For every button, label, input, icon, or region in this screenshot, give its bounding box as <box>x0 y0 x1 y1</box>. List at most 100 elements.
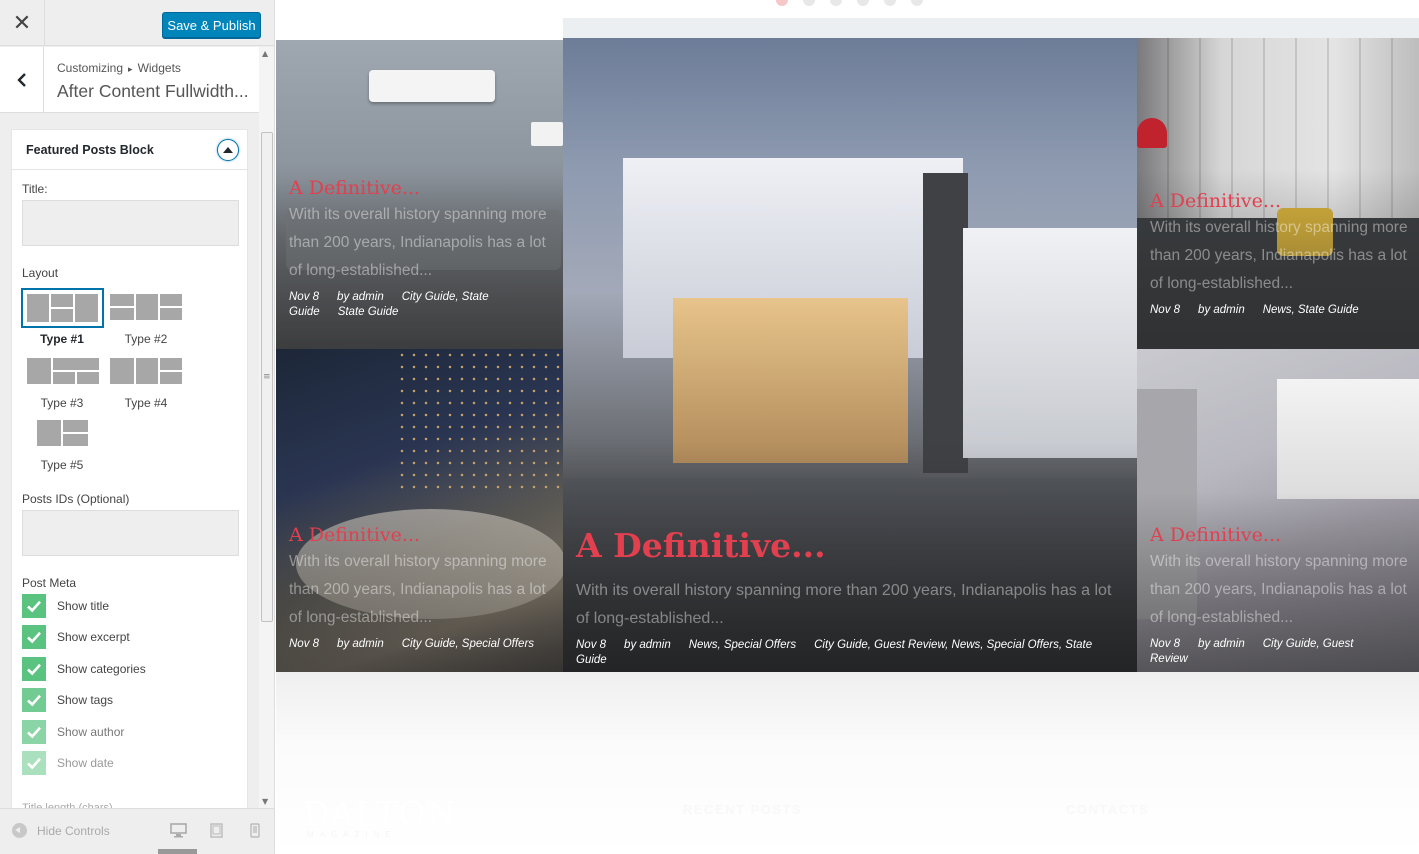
title-field-label: Title: <box>22 182 48 196</box>
layout-block <box>63 434 88 446</box>
post-author[interactable]: by admin <box>1198 638 1245 650</box>
post-info: A Definitive... With its overall history… <box>289 524 555 652</box>
layout-type-1-thumb <box>21 288 104 328</box>
mobile-device-icon[interactable] <box>250 823 260 838</box>
post-categories[interactable]: City Guide, Guest Review <box>1150 638 1353 665</box>
close-icon: ✕ <box>12 10 32 36</box>
layout-block <box>51 309 73 322</box>
post-image-detail <box>531 122 563 146</box>
post-categories[interactable]: City Guide, Special Offers <box>402 638 534 650</box>
contacts-heading: CONTACTS <box>1066 802 1150 817</box>
post-image-detail <box>1277 379 1419 499</box>
checkmark-icon <box>22 751 46 775</box>
post-author[interactable]: by admin <box>1198 304 1245 316</box>
post-title[interactable]: A Definitive... <box>289 524 555 546</box>
post-title[interactable]: A Definitive... <box>1150 524 1411 546</box>
widget-header[interactable]: Featured Posts Block <box>12 130 247 170</box>
checkmark-icon <box>22 594 46 618</box>
post-info: A Definitive... With its overall history… <box>576 526 1129 668</box>
featured-post-tile-2[interactable]: A Definitive... With its overall history… <box>276 349 563 672</box>
post-meta: Nov 8 by admin City Guide, State Guide Stat… <box>289 290 555 320</box>
featured-post-tile-3[interactable]: A Definitive... With its overall history… <box>563 38 1137 672</box>
layout-option-type-2[interactable]: Type #2 <box>107 288 191 346</box>
post-image-detail <box>396 349 563 489</box>
posts-ids-input[interactable] <box>22 510 239 556</box>
layout-block <box>27 358 51 384</box>
layout-block <box>37 420 61 446</box>
post-date[interactable]: Nov 8 <box>1150 304 1180 316</box>
layout-block <box>27 294 49 322</box>
customizer-footer: Hide Controls <box>0 808 274 854</box>
desktop-device-icon[interactable] <box>170 823 187 838</box>
layout-type-5-caption: Type #5 <box>40 458 84 472</box>
post-date[interactable]: Nov 8 <box>1150 638 1180 650</box>
layout-type-1-caption: Type #1 <box>40 332 84 346</box>
post-author[interactable]: by admin <box>337 638 384 650</box>
slider-dot[interactable] <box>884 0 896 6</box>
hide-controls-label: Hide Controls <box>37 823 110 838</box>
post-date[interactable]: Nov 8 <box>576 639 606 651</box>
widget-title: Featured Posts Block <box>26 143 154 157</box>
post-title[interactable]: A Definitive... <box>289 177 555 199</box>
tablet-device-icon[interactable] <box>210 823 223 838</box>
hide-controls-button[interactable]: Hide Controls <box>12 823 110 838</box>
post-excerpt: With its overall history spanning more t… <box>1150 219 1408 292</box>
layout-option-type-1[interactable]: Type #1 <box>21 288 105 346</box>
back-button[interactable] <box>0 47 44 113</box>
layout-option-type-5[interactable]: Type #5 <box>24 414 108 472</box>
layout-type-5-thumb <box>24 414 104 454</box>
scroll-down-arrow-icon[interactable]: ▼ <box>262 797 268 806</box>
checkmark-icon <box>22 625 46 649</box>
breadcrumb-separator-icon: ▸ <box>128 64 133 74</box>
layout-type-2-caption: Type #2 <box>124 332 168 346</box>
slider-dot[interactable] <box>776 0 788 6</box>
post-tags[interactable]: State Guide <box>338 306 399 318</box>
collapse-arrow-icon <box>12 823 27 838</box>
post-categories[interactable]: News, Special Offers <box>689 639 796 651</box>
save-publish-button[interactable]: Save & Publish <box>162 12 261 38</box>
post-title[interactable]: A Definitive... <box>1150 190 1411 212</box>
post-image-detail <box>1137 118 1167 148</box>
layout-type-4-thumb <box>107 352 187 392</box>
post-date[interactable]: Nov 8 <box>289 638 319 650</box>
slider-dot[interactable] <box>857 0 869 6</box>
post-author[interactable]: by admin <box>337 291 384 303</box>
post-excerpt: With its overall history spanning more t… <box>1150 553 1408 626</box>
layout-block <box>160 358 182 370</box>
post-meta: Nov 8 by admin News, Special Offers City Gu… <box>576 638 1129 668</box>
layout-option-type-4[interactable]: Type #4 <box>107 352 191 410</box>
layout-block <box>136 294 158 320</box>
close-customizer-button[interactable]: ✕ <box>0 0 45 46</box>
checkbox-label: Show excerpt <box>57 630 130 644</box>
featured-post-tile-1[interactable]: A Definitive... With its overall history… <box>276 40 563 349</box>
featured-post-tile-5[interactable]: A Definitive... With its overall history… <box>1137 349 1419 672</box>
widget-collapse-toggle[interactable] <box>217 139 239 161</box>
featured-post-tile-4[interactable]: A Definitive... With its overall history… <box>1137 38 1419 349</box>
recent-posts-heading: RECENT POSTS <box>683 802 803 817</box>
breadcrumb: Customizing ▸ Widgets <box>57 61 181 75</box>
customizer-app: ✕ Save & Publish Customizing ▸ Widgets Aft… <box>0 0 1419 854</box>
post-date[interactable]: Nov 8 <box>289 291 319 303</box>
chevron-left-icon <box>16 73 26 87</box>
post-image-detail <box>963 228 1137 458</box>
post-title[interactable]: A Definitive... <box>576 526 1129 565</box>
slider-dot[interactable] <box>803 0 815 6</box>
scroll-up-arrow-icon[interactable]: ▲ <box>262 49 268 58</box>
title-input[interactable] <box>22 200 239 246</box>
site-logo[interactable]: DALTON <box>303 794 456 833</box>
checkbox-label: Show date <box>57 756 114 770</box>
slider-dot[interactable] <box>911 0 923 6</box>
checkbox-label: Show tags <box>57 693 114 707</box>
layout-block <box>136 358 158 384</box>
post-image-detail <box>923 173 968 473</box>
post-excerpt: With its overall history spanning more t… <box>289 206 547 279</box>
post-author[interactable]: by admin <box>624 639 671 651</box>
post-info: A Definitive... With its overall history… <box>1150 190 1411 318</box>
layout-option-type-3[interactable]: Type #3 <box>24 352 108 410</box>
post-meta: Nov 8 by admin News, State Guide <box>1150 303 1411 318</box>
slider-dot[interactable] <box>830 0 842 6</box>
breadcrumb-current: Widgets <box>137 61 181 75</box>
layout-block <box>110 294 134 306</box>
layout-label: Layout <box>22 266 59 280</box>
post-categories[interactable]: News, State Guide <box>1263 304 1359 316</box>
